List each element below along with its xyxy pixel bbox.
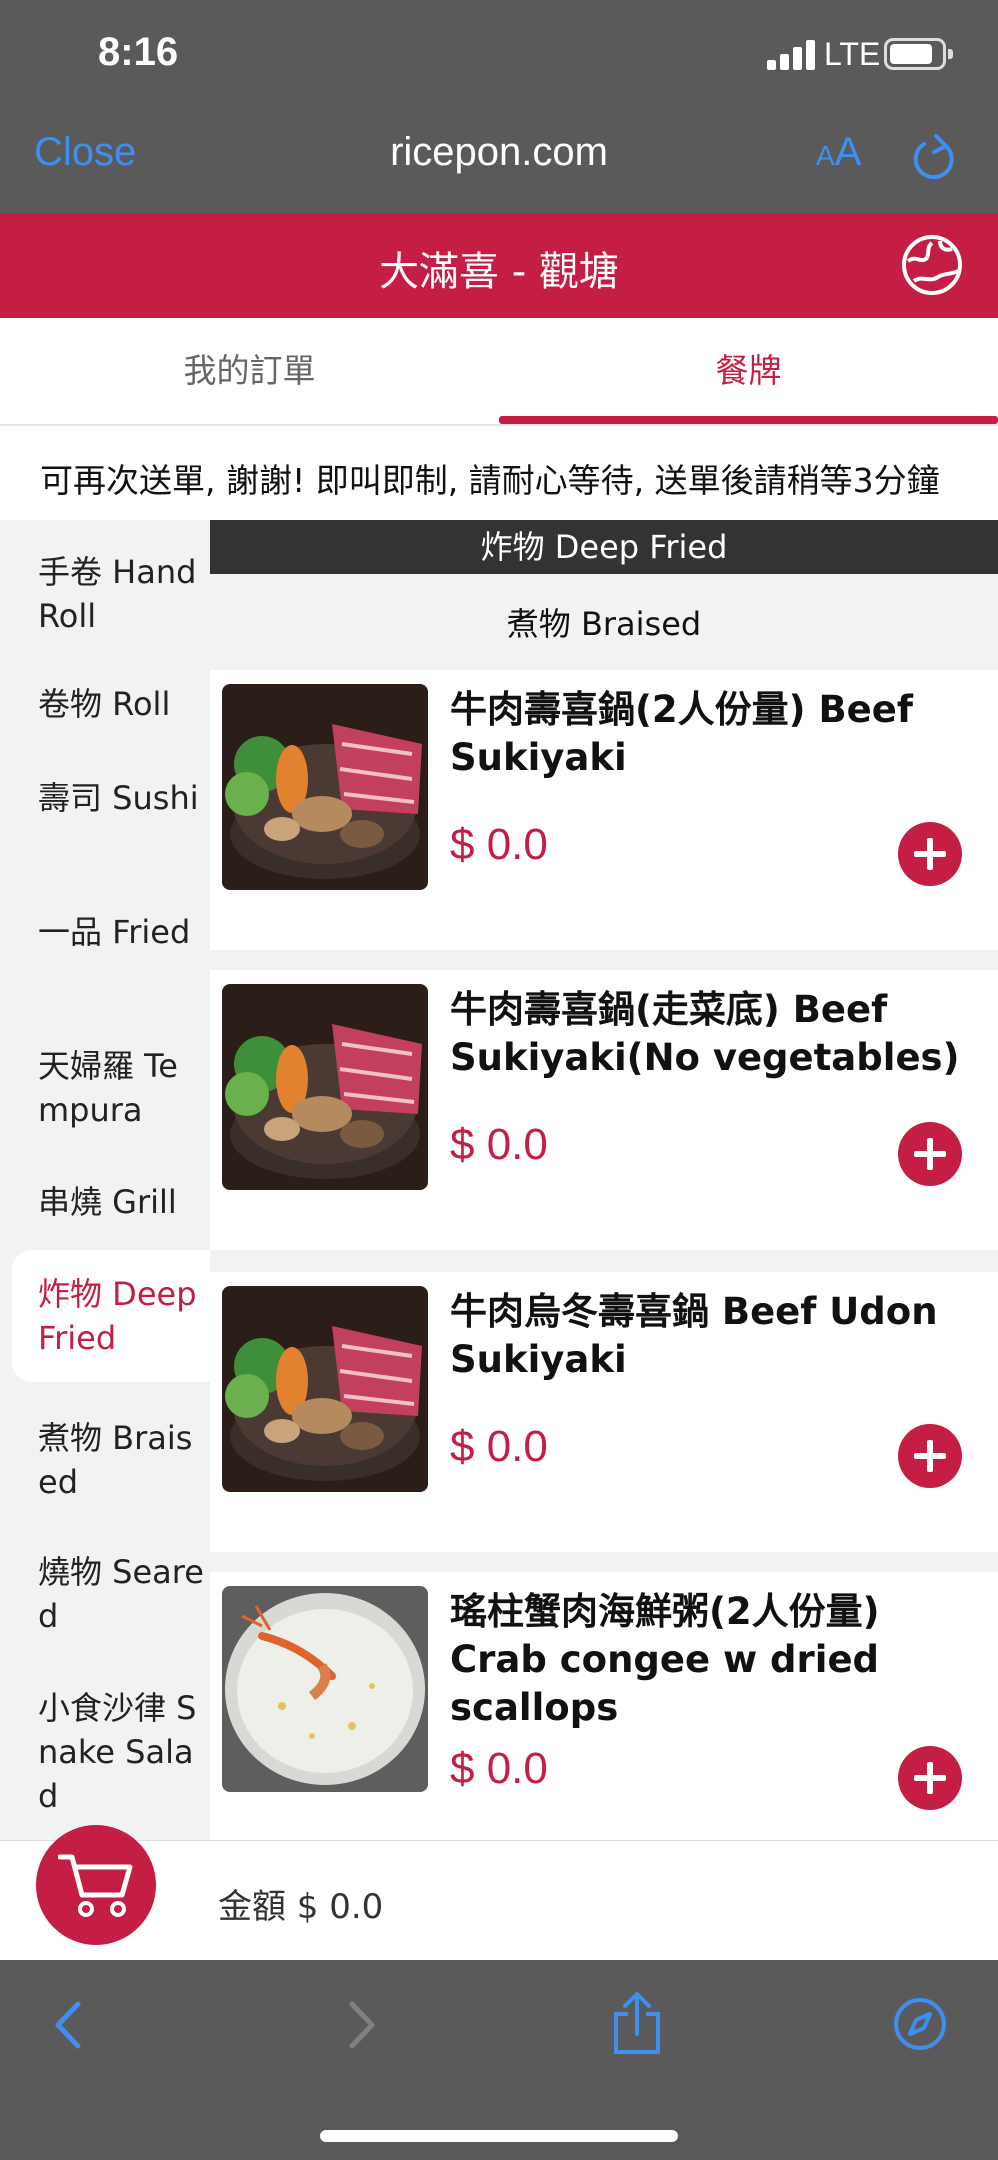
section-header-current: 炸物 Deep Fried [210,520,998,574]
category-seared[interactable]: 燒物 Seared [0,1550,210,1638]
shop-title: 大滿喜 - 觀塘 [379,249,619,295]
category-tempura[interactable]: 天婦羅 Tempura [0,1044,210,1132]
cart-button[interactable] [36,1825,156,1945]
sukiyaki-image [222,984,428,1190]
battery-icon [884,38,953,70]
item-name: 牛肉壽喜鍋(2人份量) Beef Sukiyaki [450,688,913,779]
category-roll[interactable]: 卷物 Roll [0,682,210,726]
compass-icon[interactable] [892,1996,948,2052]
category-fried[interactable]: 一品 Fried [0,910,210,954]
item-name: 瑤柱蟹肉海鮮粥(2人份量) Crab congee w dried scallo… [450,1590,880,1729]
item-name: 牛肉壽喜鍋(走菜底) Beef Sukiyaki(No vegetables) [450,988,960,1079]
category-hand-roll[interactable]: 手卷 Hand Roll [0,550,210,638]
add-to-cart-button[interactable] [898,1746,962,1810]
cart-icon [58,1854,133,1917]
sukiyaki-image [222,1286,428,1492]
browser-bar: Close ricepon.com AA [0,108,998,213]
sukiyaki-image [222,684,428,890]
category-grill[interactable]: 串燒 Grill [0,1180,210,1224]
category-braised[interactable]: 煮物 Braised [0,1416,210,1504]
category-snack-salad[interactable]: 小食沙律 Snake Salad [0,1686,210,1818]
menu-item[interactable]: 牛肉壽喜鍋(走菜底) Beef Sukiyaki(No vegetables) … [210,970,998,1250]
notice-banner: 可再次送單, 謝謝! 即叫即制, 請耐心等待, 送單後請稍等3分鐘 [0,424,998,520]
notice-text: 可再次送單, 謝謝! 即叫即制, 請耐心等待, 送單後請稍等3分鐘 [40,461,940,500]
item-price: $ 0.0 [450,1120,548,1169]
status-bar: 8:16 LTE [0,0,998,108]
tab-bar: 我的訂單 餐牌 [0,318,998,424]
active-tab-indicator [499,416,998,424]
status-time: 8:16 [98,30,179,74]
congee-image [222,1586,428,1792]
category-sushi[interactable]: 壽司 Sushi [0,776,210,820]
item-name: 牛肉烏冬壽喜鍋 Beef Udon Sukiyaki [450,1290,938,1381]
section-header-braised: 煮物 Braised [506,605,702,643]
menu-item[interactable]: 瑤柱蟹肉海鮮粥(2人份量) Crab congee w dried scallo… [210,1572,998,1840]
category-sidebar: 手卷 Hand Roll 卷物 Roll 壽司 Sushi 一品 Fried 天… [0,520,210,1840]
home-indicator [320,2130,678,2142]
cart-bar: 金額 $ 0.0 [0,1825,998,1960]
reload-icon[interactable] [910,132,960,186]
network-label: LTE [824,36,881,72]
item-price: $ 0.0 [450,1744,548,1793]
tab-my-orders[interactable]: 我的訂單 [0,318,499,424]
close-button[interactable]: Close [34,130,136,175]
add-to-cart-button[interactable] [898,1122,962,1186]
browser-toolbar [0,1960,998,2160]
item-price: $ 0.0 [450,820,548,869]
signal-icon [767,40,817,70]
tab-menu[interactable]: 餐牌 [499,318,998,424]
add-to-cart-button[interactable] [898,822,962,886]
cart-amount: 金額 $ 0.0 [218,1887,384,1927]
category-deep-fried[interactable]: 炸物 Deep Fried [12,1250,210,1382]
menu-item[interactable]: 牛肉壽喜鍋(2人份量) Beef Sukiyaki $ 0.0 [210,670,998,950]
menu-item[interactable]: 牛肉烏冬壽喜鍋 Beef Udon Sukiyaki $ 0.0 [210,1272,998,1552]
add-to-cart-button[interactable] [898,1424,962,1488]
language-globe-icon[interactable] [900,233,964,297]
forward-icon [349,2001,375,2049]
share-icon[interactable] [610,1990,664,2056]
back-icon[interactable] [50,2000,90,2050]
shop-header: 大滿喜 - 觀塘 [0,213,998,318]
menu-list: 炸物 Deep Fried 煮物 Braised 牛肉壽喜鍋(2人份量) Bee… [210,520,998,1840]
text-size-button[interactable]: AA [816,130,861,175]
item-price: $ 0.0 [450,1422,548,1471]
